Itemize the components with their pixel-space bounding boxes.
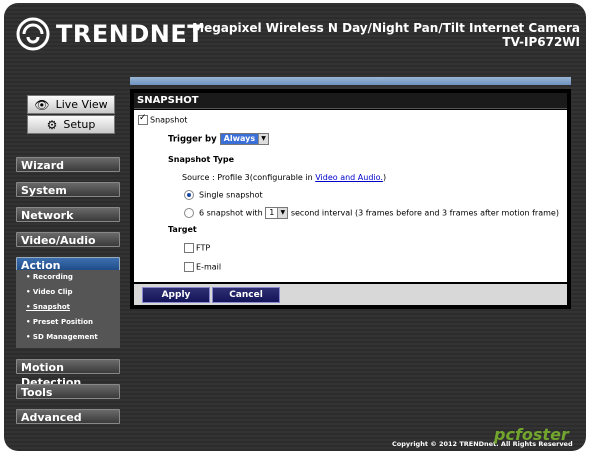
live-view-button[interactable]: 👁 Live View: [27, 95, 115, 114]
setup-label: Setup: [63, 118, 96, 131]
ftp-checkbox[interactable]: [184, 243, 194, 253]
watermark-logo: pcfoster: [494, 425, 569, 444]
multi-snapshot-suffix: second interval (3 frames before and 3 f…: [290, 208, 559, 218]
nav-network[interactable]: Network: [16, 207, 120, 222]
subnav-snapshot[interactable]: • Snapshot: [16, 300, 120, 315]
trigger-label: Trigger by: [168, 134, 217, 145]
nav-system[interactable]: System: [16, 182, 120, 197]
subnav-video-clip[interactable]: • Video Clip: [16, 285, 120, 300]
email-checkbox[interactable]: [184, 262, 194, 272]
source-row: Source : Profile 3(configurable in Video…: [182, 173, 386, 182]
subnav-preset-position[interactable]: • Preset Position: [16, 315, 120, 330]
product-name: Megapixel Wireless N Day/Night Pan/Tilt …: [192, 21, 580, 35]
brand-name: TRENDNET: [56, 20, 205, 48]
interval-select[interactable]: 1 ▼: [265, 207, 289, 219]
target-heading: Target: [168, 225, 197, 234]
cancel-button[interactable]: Cancel: [212, 287, 280, 303]
product-title: Megapixel Wireless N Day/Night Pan/Tilt …: [192, 21, 580, 49]
snapshot-type-heading: Snapshot Type: [168, 155, 235, 164]
chevron-down-icon: ▼: [277, 208, 288, 218]
app-frame: TRENDNET Megapixel Wireless N Day/Night …: [4, 3, 586, 451]
snapshot-label: Snapshot: [150, 115, 188, 125]
multi-snapshot-row: 6 snapshot with 1 ▼ second interval (3 fr…: [184, 207, 559, 219]
trigger-select-value: Always: [220, 134, 259, 144]
snapshot-checkbox[interactable]: [138, 113, 148, 125]
ftp-row: FTP: [184, 243, 210, 253]
chevron-down-icon: ▼: [258, 134, 269, 144]
single-snapshot-row: Single snapshot: [184, 190, 263, 200]
single-snapshot-label: Single snapshot: [199, 190, 263, 200]
setup-button[interactable]: ⚙ Setup: [27, 115, 115, 134]
single-snapshot-radio[interactable]: [184, 190, 194, 200]
nav-video-audio[interactable]: Video/Audio: [16, 232, 120, 247]
ftp-label: FTP: [196, 243, 211, 253]
content-top-bar: [130, 77, 571, 85]
action-submenu: • Recording • Video Clip • Snapshot • Pr…: [16, 270, 120, 348]
snapshot-row: Snapshot: [138, 113, 188, 125]
nav-advanced[interactable]: Advanced: [16, 409, 120, 424]
subnav-recording[interactable]: • Recording: [16, 270, 120, 285]
trigger-select[interactable]: Always ▼: [219, 133, 270, 145]
action-bar: Apply Cancel: [134, 284, 567, 305]
source-close: ): [382, 173, 387, 182]
nav-tools[interactable]: Tools: [16, 384, 120, 399]
snapshot-panel: SNAPSHOT Snapshot Trigger by Always▼ Sna…: [130, 89, 571, 309]
interval-value: 1: [269, 208, 275, 217]
trendnet-logo-icon: [16, 17, 50, 51]
nav-wizard[interactable]: Wizard: [16, 157, 120, 172]
product-model: TV-IP672WI: [502, 35, 580, 49]
multi-snapshot-prefix: 6 snapshot with: [199, 208, 263, 218]
panel-content: Snapshot Trigger by Always▼ Snapshot Typ…: [134, 110, 567, 282]
panel-title: SNAPSHOT: [134, 93, 567, 109]
multi-snapshot-radio[interactable]: [184, 208, 194, 218]
source-text: Source : Profile 3(configurable in: [182, 173, 316, 182]
nav-motion-detection[interactable]: Motion Detection: [16, 359, 120, 389]
header: TRENDNET Megapixel Wireless N Day/Night …: [4, 3, 586, 77]
eye-icon: 👁: [34, 97, 50, 112]
subnav-sd-management[interactable]: • SD Management: [16, 330, 120, 345]
video-audio-link[interactable]: Video and Audio.: [315, 173, 383, 182]
trendnet-logo: TRENDNET: [16, 17, 204, 51]
trigger-row: Trigger by Always ▼: [168, 133, 270, 145]
email-label: E-mail: [196, 262, 222, 272]
live-view-label: Live View: [55, 98, 108, 111]
apply-button[interactable]: Apply: [142, 287, 210, 303]
gear-icon: ⚙: [46, 117, 58, 132]
email-row: E-mail: [184, 262, 221, 272]
